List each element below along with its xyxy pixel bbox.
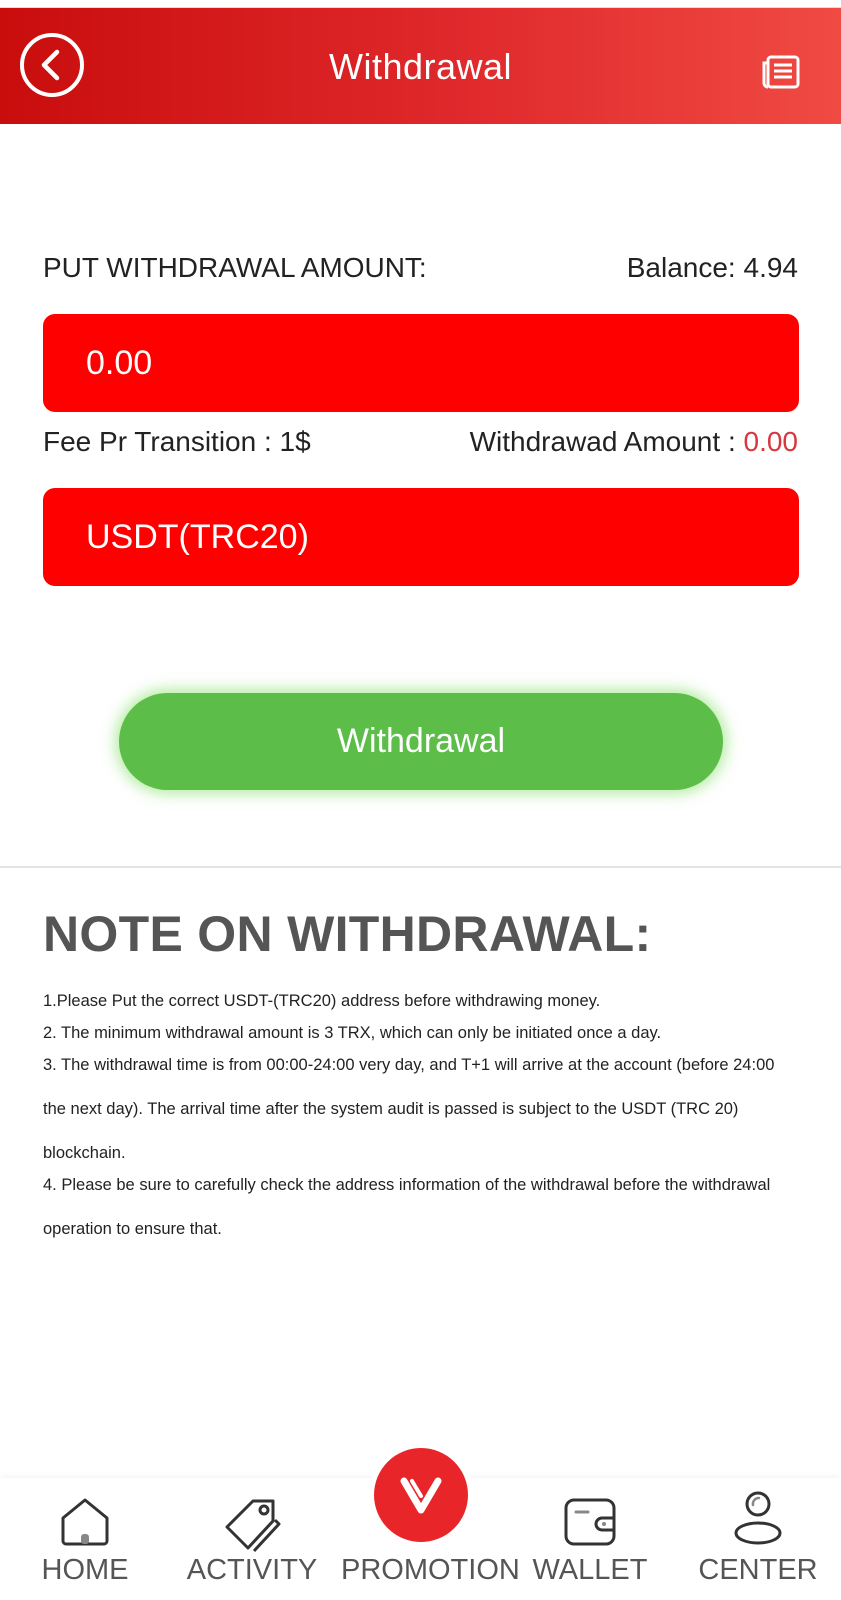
nav-wallet[interactable]: WALLET	[510, 1478, 670, 1600]
nav-activity[interactable]: ACTIVITY	[172, 1478, 332, 1600]
wallet-icon	[564, 1498, 616, 1546]
withdraw-amount-label: Withdrawad Amount :	[469, 426, 744, 457]
balance-text: Balance: 4.94	[626, 252, 798, 283]
promotion-circle	[374, 1448, 468, 1542]
note-line: 2. The minimum withdrawal amount is 3 TR…	[43, 1024, 662, 1042]
nav-label: HOME	[41, 1554, 129, 1586]
withdraw-amount-value: 0.00	[743, 426, 799, 457]
nav-home[interactable]: HOME	[5, 1478, 165, 1600]
amount-input[interactable]	[86, 344, 726, 383]
record-button[interactable]	[761, 54, 801, 90]
note-line: 3. The withdrawal time is from 00:00-24:…	[43, 1056, 775, 1074]
withdraw-amount-text: Withdrawad Amount : 0.00	[470, 426, 798, 458]
network-select[interactable]: USDT(TRC20)	[43, 488, 799, 586]
promotion-icon	[400, 1477, 442, 1514]
nav-label: PROMOTION	[341, 1554, 520, 1586]
note-line: 1.Please Put the correct USDT-(TRC20) ad…	[43, 992, 601, 1010]
note-line: blockchain.	[43, 1144, 126, 1162]
amount-label: PUT WITHDRAWAL AMOUNT:	[43, 252, 427, 283]
note-title: NOTE ON WITHDRAWAL:	[43, 906, 652, 962]
fee-text: Fee Pr Transition : 1$	[43, 426, 311, 457]
nav-center[interactable]: CENTER	[678, 1478, 838, 1600]
withdrawal-button[interactable]: Withdrawal	[119, 693, 723, 790]
note-line: the next day). The arrival time after th…	[43, 1100, 739, 1118]
nav-promotion[interactable]: PROMOTION	[341, 1448, 520, 1600]
note-list: 1.Please Put the correct USDT-(TRC20) ad…	[43, 990, 813, 1240]
tag-icon	[225, 1499, 281, 1553]
divider	[0, 866, 841, 868]
home-icon	[61, 1498, 109, 1546]
amount-field[interactable]	[43, 314, 799, 412]
user-icon	[734, 1491, 782, 1545]
record-list-icon	[762, 55, 800, 89]
nav-label: WALLET	[532, 1554, 648, 1586]
top-header: Withdrawal	[0, 7, 841, 124]
bottom-nav: HOME ACTIVITY PROMOTION WALLET CENTER	[0, 1448, 841, 1600]
note-line: 4. Please be sure to carefully check the…	[43, 1176, 771, 1194]
nav-label: CENTER	[698, 1554, 818, 1586]
page-title: Withdrawal	[328, 46, 513, 87]
nav-label: ACTIVITY	[186, 1554, 318, 1586]
note-line: operation to ensure that.	[43, 1220, 222, 1238]
